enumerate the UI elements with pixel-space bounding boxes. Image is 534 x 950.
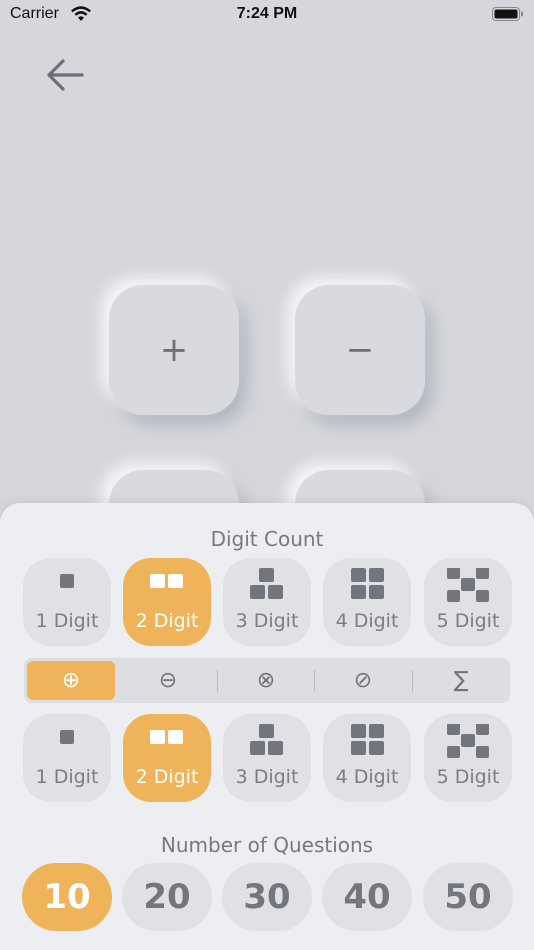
digit-option-3[interactable]: 3 Digit xyxy=(223,558,311,646)
two-squares-icon xyxy=(150,730,183,744)
one-square-icon xyxy=(60,574,74,588)
second-digit-option-5[interactable]: 5 Digit xyxy=(424,714,512,802)
five-squares-icon xyxy=(447,568,489,602)
second-digit-option-2[interactable]: 2 Digit xyxy=(123,714,211,802)
divide-circle-icon: ⊘ xyxy=(353,668,373,693)
questions-option-20[interactable]: 20 xyxy=(122,863,212,931)
addition-button[interactable]: + xyxy=(109,285,239,415)
plus-icon: + xyxy=(159,330,189,370)
five-squares-icon xyxy=(447,724,489,758)
four-squares-icon xyxy=(351,568,384,599)
digit-option-label: 1 Digit xyxy=(35,766,99,788)
tab-addition[interactable]: ⊕ xyxy=(27,661,115,700)
status-bar: Carrier 7:24 PM xyxy=(0,0,534,30)
one-square-icon xyxy=(60,730,74,744)
battery-icon xyxy=(492,7,523,21)
questions-option-10[interactable]: 10 xyxy=(22,863,112,931)
digit-option-label: 5 Digit xyxy=(436,766,500,788)
sigma-icon: ∑ xyxy=(453,668,469,693)
digit-option-label: 3 Digit xyxy=(235,766,299,788)
four-squares-icon xyxy=(351,724,384,755)
two-squares-icon xyxy=(150,574,183,588)
tab-multiplication[interactable]: ⊗ xyxy=(220,661,312,700)
digit-option-5[interactable]: 5 Digit xyxy=(424,558,512,646)
digit-option-label: 4 Digit xyxy=(335,766,399,788)
clock-time: 7:24 PM xyxy=(236,5,298,22)
digit-option-2[interactable]: 2 Digit xyxy=(123,558,211,646)
minus-icon: − xyxy=(345,330,375,370)
tab-subtraction[interactable]: ⊖ xyxy=(122,661,214,700)
digit-option-label: 5 Digit xyxy=(436,610,500,632)
tab-summation[interactable]: ∑ xyxy=(415,661,507,700)
digit-option-label: 2 Digit xyxy=(135,610,199,632)
digit-option-label: 4 Digit xyxy=(335,610,399,632)
three-squares-icon xyxy=(250,724,283,755)
digit-count-title: Digit Count xyxy=(210,527,324,551)
minus-circle-icon: ⊖ xyxy=(158,668,178,693)
questions-title: Number of Questions xyxy=(160,833,374,857)
segment-divider xyxy=(217,670,218,692)
digit-option-label: 2 Digit xyxy=(135,766,199,788)
questions-option-40[interactable]: 40 xyxy=(322,863,412,931)
second-digit-option-3[interactable]: 3 Digit xyxy=(223,714,311,802)
segment-divider xyxy=(412,670,413,692)
digit-option-1[interactable]: 1 Digit xyxy=(23,558,111,646)
second-digit-option-4[interactable]: 4 Digit xyxy=(323,714,411,802)
digit-option-4[interactable]: 4 Digit xyxy=(323,558,411,646)
segment-divider xyxy=(314,670,315,692)
plus-circle-icon: ⊕ xyxy=(61,668,81,693)
digit-option-label: 1 Digit xyxy=(35,610,99,632)
questions-option-30[interactable]: 30 xyxy=(222,863,312,931)
questions-option-50[interactable]: 50 xyxy=(423,863,513,931)
second-digit-option-1[interactable]: 1 Digit xyxy=(23,714,111,802)
tab-division[interactable]: ⊘ xyxy=(317,661,409,700)
times-circle-icon: ⊗ xyxy=(256,668,276,693)
subtraction-button[interactable]: − xyxy=(295,285,425,415)
back-arrow-icon[interactable] xyxy=(42,54,90,98)
three-squares-icon xyxy=(250,568,283,599)
digit-option-label: 3 Digit xyxy=(235,610,299,632)
